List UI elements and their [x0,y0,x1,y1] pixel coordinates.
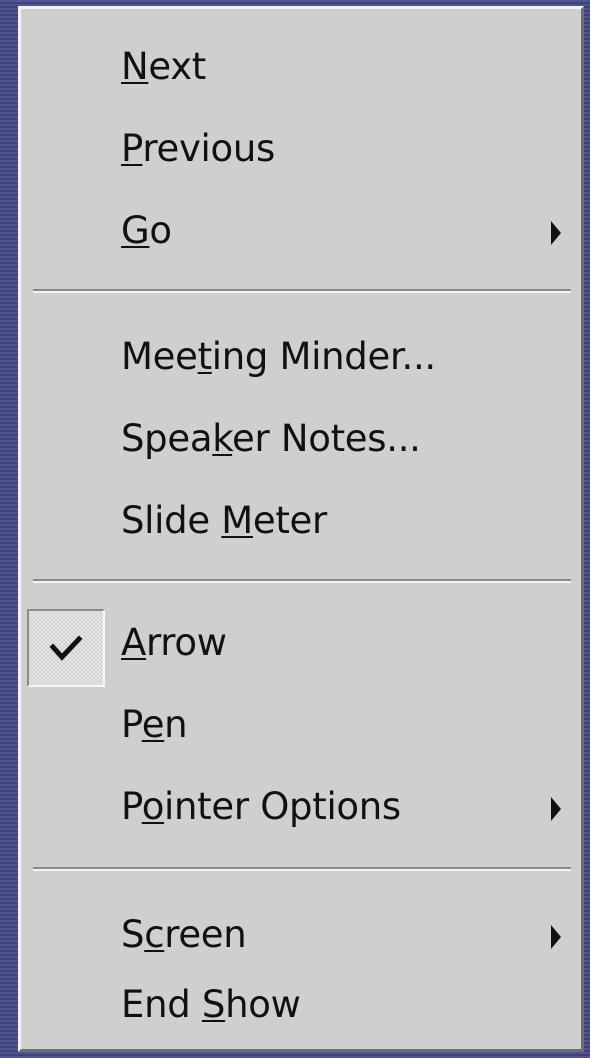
menu-item-label: End Show [121,983,301,1026]
menu-item-label: Previous [121,127,275,170]
checked-state-box [27,609,105,687]
menu-separator [33,289,571,293]
submenu-arrow-icon [551,221,561,245]
context-menu: Next Previous Go Meeting Minder... Speak… [18,6,584,1052]
menu-item-label: Arrow [121,621,227,664]
menu-item-go[interactable]: Go [21,195,581,275]
menu-item-meeting-minder[interactable]: Meeting Minder... [21,321,581,401]
menu-item-label: Pen [121,703,188,746]
menu-separator [33,867,571,871]
menu-item-end-show[interactable]: End Show [21,969,581,1049]
menu-item-label: Go [121,209,172,252]
submenu-arrow-icon [551,797,561,821]
menu-item-pointer-options[interactable]: Pointer Options [21,771,581,851]
menu-item-previous[interactable]: Previous [21,113,581,193]
menu-item-pen[interactable]: Pen [21,689,581,769]
menu-item-label: Meeting Minder... [121,335,436,378]
menu-item-label: Screen [121,913,247,956]
menu-item-slide-meter[interactable]: Slide Meter [21,485,581,565]
menu-item-next[interactable]: Next [21,31,581,111]
menu-separator [33,579,571,583]
menu-item-screen[interactable]: Screen [21,899,581,979]
submenu-arrow-icon [551,925,561,949]
menu-item-arrow[interactable]: Arrow [21,607,581,687]
menu-item-label: Speaker Notes... [121,417,421,460]
menu-item-label: Next [121,45,207,88]
checkmark-icon [49,635,83,661]
menu-item-label: Pointer Options [121,785,401,828]
menu-item-speaker-notes[interactable]: Speaker Notes... [21,403,581,483]
menu-item-label: Slide Meter [121,499,327,542]
